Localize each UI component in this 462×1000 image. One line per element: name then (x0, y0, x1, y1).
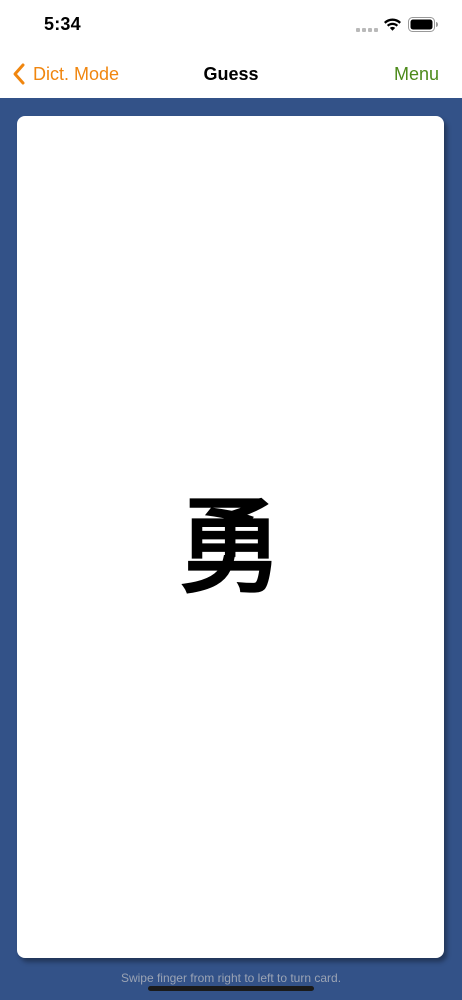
swipe-hint: Swipe finger from right to left to turn … (120, 971, 342, 985)
flash-card[interactable]: 勇 (17, 116, 444, 958)
status-time: 5:34 (44, 14, 81, 34)
battery-icon (408, 17, 438, 32)
back-button-label: Dict. Mode (33, 63, 120, 84)
chevron-left-icon (13, 63, 25, 85)
back-button[interactable]: Dict. Mode (12, 50, 119, 98)
menu-button[interactable]: Menu (394, 50, 439, 98)
signal-icon (356, 27, 378, 33)
home-indicator[interactable] (148, 986, 314, 991)
card-character: 勇 (178, 485, 283, 608)
navigation-bar: Dict. Mode Guess Menu (0, 50, 462, 98)
status-bar: 5:34 (0, 0, 462, 50)
wifi-icon (384, 18, 401, 31)
